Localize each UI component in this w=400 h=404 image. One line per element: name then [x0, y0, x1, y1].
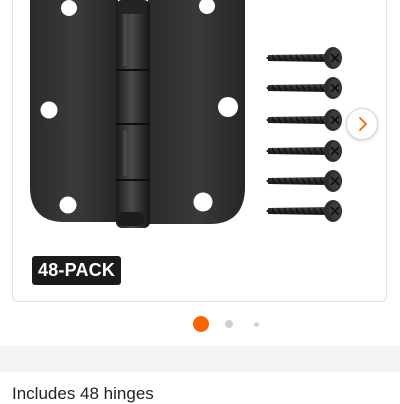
screw [266, 200, 342, 222]
carousel-dot[interactable] [254, 322, 259, 327]
screw [266, 77, 342, 99]
screw [266, 140, 342, 162]
next-image-button[interactable] [346, 108, 378, 140]
screw [266, 47, 342, 69]
pack-count-badge: 48-PACK [32, 256, 122, 285]
hinge-right-leaf [148, 0, 245, 224]
screw [266, 170, 342, 192]
hinge-left-leaf [30, 0, 118, 222]
product-feature-text: Includes 48 hinges [12, 384, 154, 403]
chevron-right-icon [359, 117, 367, 131]
screw [266, 109, 342, 131]
product-image[interactable] [0, 0, 400, 300]
screws [266, 47, 342, 222]
carousel-pagination [0, 314, 400, 334]
carousel-dot-active[interactable] [193, 316, 209, 332]
carousel-dot[interactable] [225, 320, 233, 328]
section-divider [0, 346, 400, 372]
hinge-barrel [116, 0, 150, 228]
